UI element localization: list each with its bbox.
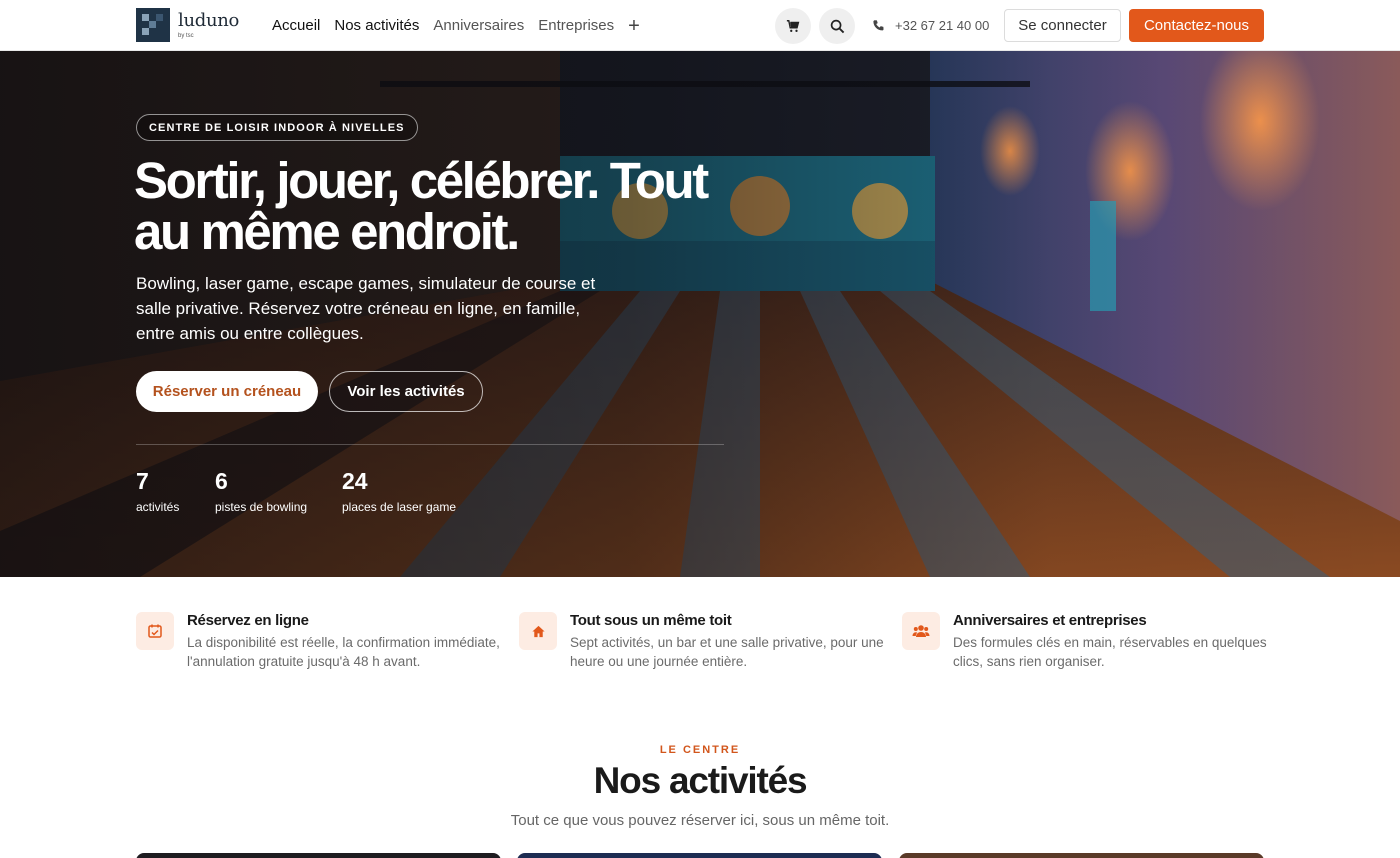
cart-icon [786,20,800,32]
feature-birthdays-companies: Anniversaires et entreprises Des formule… [902,612,1273,671]
main-nav: Accueil Nos activités Anniversaires Entr… [272,0,640,51]
stat-bowling-lanes: 6 pistes de bowling [215,468,307,514]
nav-item-accueil[interactable]: Accueil [272,17,320,34]
feature-text: La disponibilité est réelle, la confirma… [187,635,500,669]
section-eyebrow: LE CENTRE [659,744,741,756]
hero-divider [136,444,724,445]
contact-button[interactable]: Contactez-nous [1129,9,1264,42]
stat-value: 24 [342,468,368,494]
login-button[interactable]: Se connecter [1004,9,1121,42]
cart-button[interactable] [775,8,811,44]
feature-title: Anniversaires et entreprises [953,612,1147,629]
stat-activities: 7 activités [136,468,179,514]
activity-card[interactable] [136,853,501,858]
hero-section: CENTRE DE LOISIR INDOOR À NIVELLES Sorti… [0,51,1400,577]
feature-book-online: Réservez en ligne La disponibilité est r… [136,612,507,671]
phone-link[interactable]: +32 67 21 40 00 [872,0,989,51]
feature-title: Tout sous un même toit [570,612,732,629]
activity-card[interactable] [517,853,882,858]
phone-icon [873,20,884,31]
feature-text: Des formules clés en main, réservables e… [953,635,1267,669]
feature-title: Réservez en ligne [187,612,309,629]
brand-name: luduno [178,9,240,31]
plus-icon[interactable]: + [628,16,640,36]
calendar-check-icon [136,612,174,650]
stat-value: 7 [136,468,149,494]
hero-subtitle: Bowling, laser game, escape games, simul… [136,274,596,343]
reserve-slot-button[interactable]: Réserver un créneau [136,371,318,412]
hero-title: Sortir, jouer, célébrer. Tout au même en… [134,152,709,260]
logo[interactable]: luduno by tsc [136,8,239,42]
activity-card[interactable] [899,853,1264,858]
stat-label: activités [136,500,180,514]
stat-label: pistes de bowling [215,500,308,514]
users-icon [902,612,940,650]
section-subtitle: Tout ce que vous pouvez réserver ici, so… [510,812,890,829]
site-header: luduno by tsc Accueil Nos activités Anni… [0,0,1400,51]
brand-sub: by tsc [178,32,194,39]
stat-laser-game-places: 24 places de laser game [342,468,456,514]
home-icon [519,612,557,650]
stat-value: 6 [215,468,228,494]
nav-item-anniversaires[interactable]: Anniversaires [433,17,524,34]
search-icon [830,19,844,33]
phone-number: +32 67 21 40 00 [895,18,990,33]
nav-item-entreprises[interactable]: Entreprises [538,17,614,34]
search-button[interactable] [819,8,855,44]
view-activities-button[interactable]: Voir les activités [329,371,483,412]
hero-badge: CENTRE DE LOISIR INDOOR À NIVELLES [136,114,418,141]
stat-label: places de laser game [342,500,457,514]
section-title: Nos activités [593,760,808,801]
feature-text: Sept activités, un bar et une salle priv… [570,635,884,669]
feature-all-in-one: Tout sous un même toit Sept activités, u… [519,612,890,671]
nav-item-activites[interactable]: Nos activités [334,17,419,34]
logo-mark-icon [136,8,170,42]
